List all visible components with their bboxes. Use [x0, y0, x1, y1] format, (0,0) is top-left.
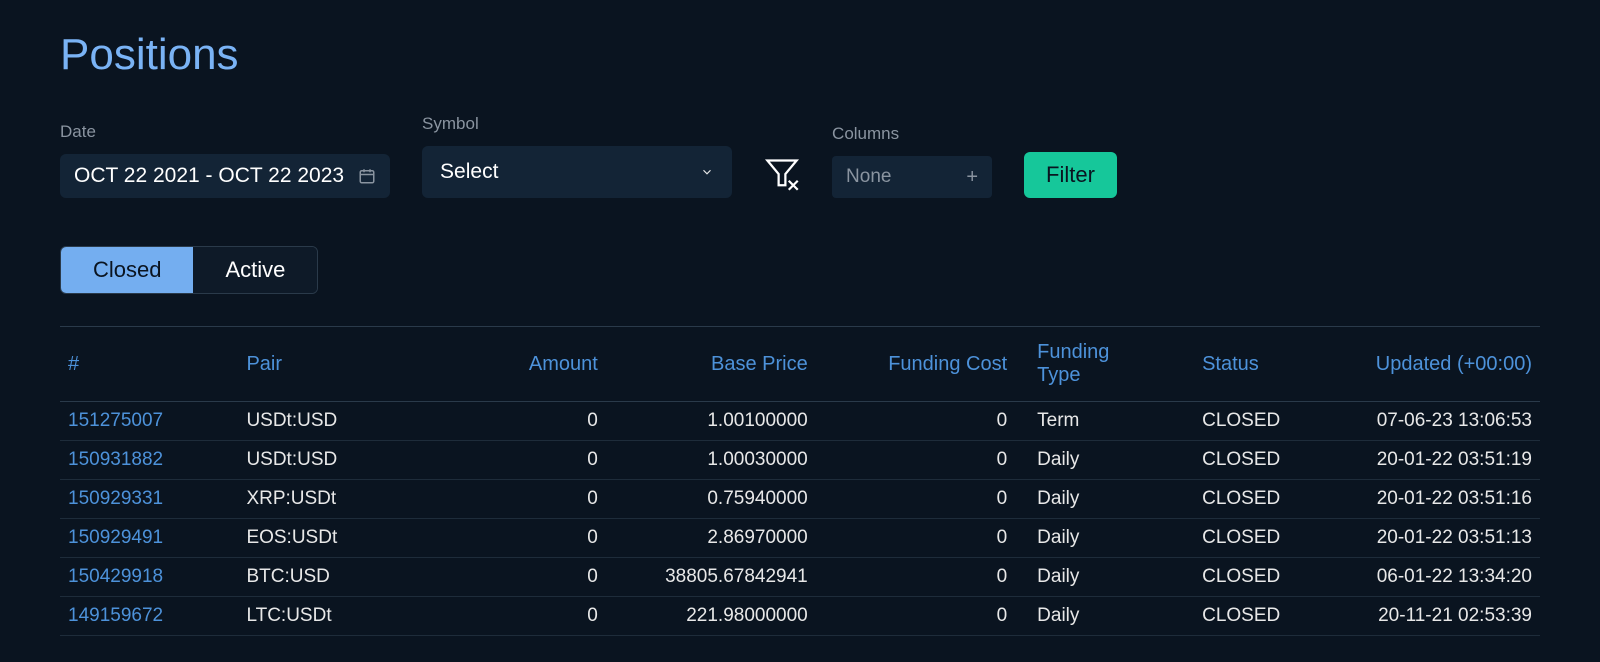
- symbol-placeholder: Select: [440, 160, 498, 184]
- tab-active[interactable]: Active: [193, 247, 317, 293]
- cell-funding-type: Daily: [1015, 558, 1162, 597]
- page-title: Positions: [60, 30, 1540, 80]
- cell-updated: 20-11-21 02:53:39: [1299, 597, 1540, 636]
- cell-updated: 20-01-22 03:51:16: [1299, 480, 1540, 519]
- tab-closed[interactable]: Closed: [61, 247, 193, 293]
- symbol-label: Symbol: [422, 114, 732, 134]
- filter-button-group: Filter: [1024, 152, 1117, 198]
- cell-base-price: 1.00030000: [606, 441, 816, 480]
- cell-updated: 20-01-22 03:51:13: [1299, 519, 1540, 558]
- th-pair[interactable]: Pair: [238, 327, 469, 402]
- cell-status: CLOSED: [1162, 558, 1298, 597]
- th-amount[interactable]: Amount: [469, 327, 605, 402]
- cell-id[interactable]: 151275007: [60, 402, 238, 441]
- cell-funding-cost: 0: [816, 519, 1015, 558]
- th-funding-cost[interactable]: Funding Cost: [816, 327, 1015, 402]
- cell-amount: 0: [469, 441, 605, 480]
- th-updated[interactable]: Updated (+00:00): [1299, 327, 1540, 402]
- cell-status: CLOSED: [1162, 597, 1298, 636]
- columns-field-group: Columns None +: [832, 124, 992, 198]
- cell-id[interactable]: 149159672: [60, 597, 238, 636]
- cell-id[interactable]: 150429918: [60, 558, 238, 597]
- cell-amount: 0: [469, 558, 605, 597]
- cell-pair: XRP:USDt: [238, 480, 469, 519]
- date-field-group: Date OCT 22 2021 - OCT 22 2023: [60, 122, 390, 198]
- cell-funding-type: Daily: [1015, 597, 1162, 636]
- cell-status: CLOSED: [1162, 480, 1298, 519]
- date-label: Date: [60, 122, 390, 142]
- cell-status: CLOSED: [1162, 441, 1298, 480]
- table-row: 150931882USDt:USD01.000300000DailyCLOSED…: [60, 441, 1540, 480]
- filter-funnel-wrap: [764, 156, 800, 198]
- cell-pair: USDt:USD: [238, 402, 469, 441]
- filters-bar: Date OCT 22 2021 - OCT 22 2023 Symbol Se…: [60, 114, 1540, 198]
- cell-funding-cost: 0: [816, 441, 1015, 480]
- funnel-remove-icon[interactable]: [764, 156, 800, 192]
- columns-placeholder: None: [846, 166, 891, 188]
- positions-table: # Pair Amount Base Price Funding Cost Fu…: [60, 326, 1540, 636]
- cell-pair: LTC:USDt: [238, 597, 469, 636]
- cell-status: CLOSED: [1162, 519, 1298, 558]
- cell-funding-cost: 0: [816, 402, 1015, 441]
- cell-updated: 07-06-23 13:06:53: [1299, 402, 1540, 441]
- cell-funding-type: Daily: [1015, 441, 1162, 480]
- filter-button[interactable]: Filter: [1024, 152, 1117, 198]
- table-row: 150929331XRP:USDt00.759400000DailyCLOSED…: [60, 480, 1540, 519]
- cell-funding-cost: 0: [816, 480, 1015, 519]
- table-row: 149159672LTC:USDt0221.980000000DailyCLOS…: [60, 597, 1540, 636]
- tabs: Closed Active: [60, 246, 318, 294]
- cell-base-price: 38805.67842941: [606, 558, 816, 597]
- chevron-down-icon: [700, 165, 714, 179]
- cell-pair: USDt:USD: [238, 441, 469, 480]
- cell-amount: 0: [469, 519, 605, 558]
- table-row: 151275007USDt:USD01.001000000TermCLOSED0…: [60, 402, 1540, 441]
- cell-base-price: 2.86970000: [606, 519, 816, 558]
- th-base-price[interactable]: Base Price: [606, 327, 816, 402]
- cell-pair: EOS:USDt: [238, 519, 469, 558]
- add-column-icon[interactable]: +: [966, 167, 978, 187]
- cell-base-price: 0.75940000: [606, 480, 816, 519]
- th-status[interactable]: Status: [1162, 327, 1298, 402]
- cell-amount: 0: [469, 480, 605, 519]
- cell-updated: 20-01-22 03:51:19: [1299, 441, 1540, 480]
- cell-amount: 0: [469, 597, 605, 636]
- cell-amount: 0: [469, 402, 605, 441]
- cell-id[interactable]: 150929491: [60, 519, 238, 558]
- cell-id[interactable]: 150929331: [60, 480, 238, 519]
- table-row: 150429918BTC:USD038805.678429410DailyCLO…: [60, 558, 1540, 597]
- cell-base-price: 221.98000000: [606, 597, 816, 636]
- columns-label: Columns: [832, 124, 992, 144]
- cell-base-price: 1.00100000: [606, 402, 816, 441]
- cell-id[interactable]: 150931882: [60, 441, 238, 480]
- date-range-input[interactable]: OCT 22 2021 - OCT 22 2023: [60, 154, 390, 198]
- table-header-row: # Pair Amount Base Price Funding Cost Fu…: [60, 327, 1540, 402]
- th-id[interactable]: #: [60, 327, 238, 402]
- symbol-select[interactable]: Select: [422, 146, 732, 198]
- cell-funding-type: Daily: [1015, 519, 1162, 558]
- th-funding-type[interactable]: Funding Type: [1015, 327, 1162, 402]
- columns-input[interactable]: None +: [832, 156, 992, 198]
- cell-funding-type: Term: [1015, 402, 1162, 441]
- calendar-icon: [358, 167, 376, 185]
- symbol-field-group: Symbol Select: [422, 114, 732, 198]
- table-row: 150929491EOS:USDt02.869700000DailyCLOSED…: [60, 519, 1540, 558]
- cell-funding-cost: 0: [816, 597, 1015, 636]
- date-range-value: OCT 22 2021 - OCT 22 2023: [74, 164, 344, 188]
- cell-pair: BTC:USD: [238, 558, 469, 597]
- cell-status: CLOSED: [1162, 402, 1298, 441]
- cell-funding-type: Daily: [1015, 480, 1162, 519]
- cell-funding-cost: 0: [816, 558, 1015, 597]
- cell-updated: 06-01-22 13:34:20: [1299, 558, 1540, 597]
